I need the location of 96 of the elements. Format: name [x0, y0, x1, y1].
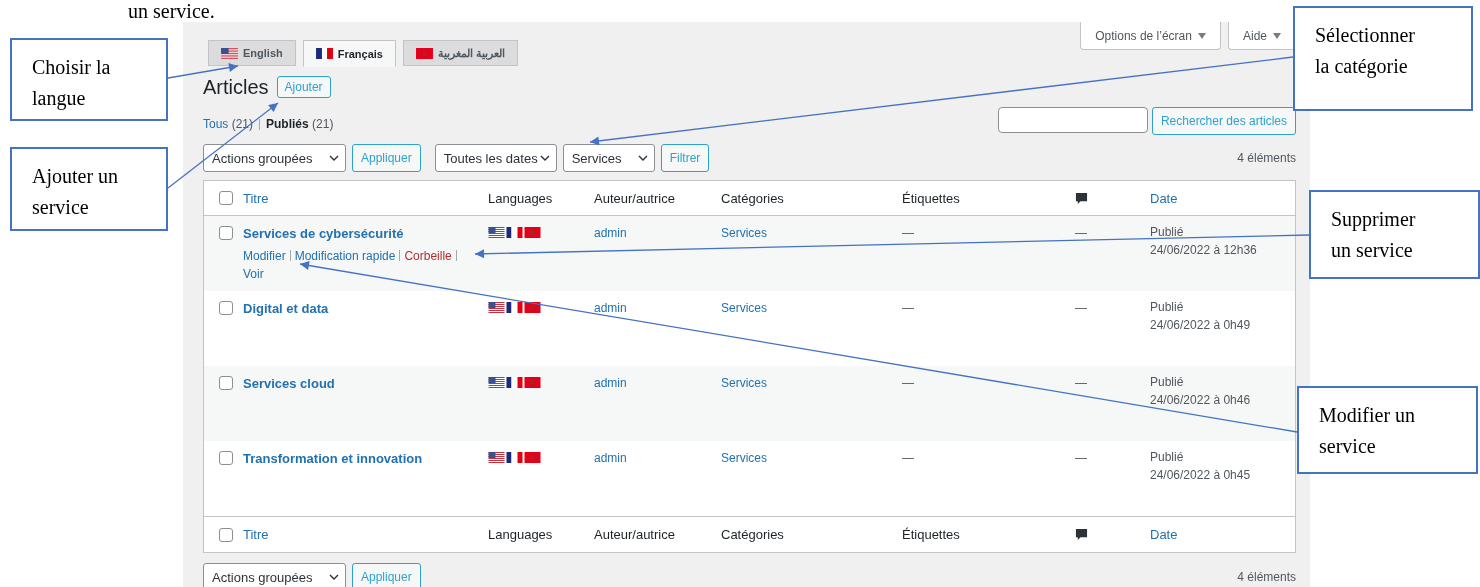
row-checkbox[interactable] [219, 376, 233, 390]
view-filter-link[interactable]: Publiés (21) [266, 117, 334, 131]
screen-option-button[interactable]: Options de l’écran [1080, 22, 1221, 50]
language-tab[interactable]: العربية المغربية [403, 40, 519, 66]
france-flag-icon[interactable] [506, 377, 523, 388]
us-flag-icon[interactable] [488, 377, 505, 388]
chevron-down-icon [637, 155, 648, 161]
tags-cell: — [902, 376, 914, 390]
search-button[interactable]: Rechercher des articles [1151, 107, 1296, 135]
item-count: 4 éléments [1237, 570, 1296, 584]
select-all-checkbox[interactable] [219, 191, 233, 205]
row-action-link[interactable]: Voir [243, 267, 264, 281]
column-header: Languages [488, 527, 553, 542]
category-link[interactable]: Services [721, 451, 767, 465]
leader-line [167, 63, 239, 79]
post-title-link[interactable]: Services cloud [243, 376, 335, 391]
post-status: Publié [1150, 449, 1185, 466]
post-title-link[interactable]: Transformation et innovation [243, 451, 423, 466]
callout-box: Sélectionner la catégorie [1293, 6, 1473, 111]
chevron-down-icon [539, 155, 550, 161]
post-title-link[interactable]: Digital et data [243, 301, 329, 316]
category-link[interactable]: Services [721, 226, 767, 240]
filter-button[interactable]: Filtrer [660, 144, 710, 172]
row-action-link[interactable]: Modifier [243, 249, 286, 263]
post-date: 24/06/2022 à 0h45 [1150, 467, 1252, 484]
tags-cell: — [902, 301, 914, 315]
search-field[interactable] [997, 107, 1148, 133]
callout-box: Choisir la langue [10, 38, 168, 121]
category-link[interactable]: Services [721, 301, 767, 315]
post-date: 24/06/2022 à 0h49 [1150, 317, 1252, 334]
column-header: Catégories [721, 527, 784, 542]
post-status: Publié [1150, 224, 1185, 241]
us-flag-icon [221, 47, 238, 59]
callout-box: Ajouter un service [10, 147, 168, 231]
france-flag-icon[interactable] [506, 452, 523, 463]
morocco-flag-icon [416, 47, 433, 59]
bulk-action-select[interactable]: Actions groupées [203, 144, 346, 172]
chevron-down-icon [329, 155, 339, 161]
comments-cell: — [1075, 226, 1087, 240]
column-header: Languages [488, 190, 553, 206]
row-action-link[interactable]: Corbeille [404, 249, 452, 263]
view-filter-link[interactable]: Tous (21) [203, 117, 254, 131]
author-link[interactable]: admin [594, 376, 627, 390]
screen-option-button[interactable]: Aide [1227, 22, 1296, 50]
page-title: Articles [203, 75, 269, 99]
author-link[interactable]: admin [594, 301, 627, 315]
row-action-link[interactable]: Modification rapide [294, 249, 396, 263]
comments-cell: — [1075, 451, 1087, 465]
apply-button[interactable]: Appliquer [352, 563, 421, 587]
column-header: Étiquettes [902, 527, 960, 542]
date-select[interactable]: Toutes les dates [434, 144, 557, 172]
row-checkbox[interactable] [219, 226, 233, 240]
post-status: Publié [1150, 299, 1185, 316]
column-header: Auteur/autrice [594, 190, 675, 206]
post-status: Publié [1150, 374, 1185, 391]
row-checkbox[interactable] [219, 301, 233, 315]
bulk-action-select[interactable]: Actions groupées [203, 563, 346, 587]
item-count: 4 éléments [1237, 151, 1296, 165]
comment-bubble-icon [1075, 528, 1088, 541]
post-date: 24/06/2022 à 0h46 [1150, 392, 1252, 409]
language-tab[interactable]: Français [302, 40, 396, 67]
apply-button[interactable]: Appliquer [352, 144, 421, 172]
comment-bubble-icon [1075, 191, 1088, 205]
category-link[interactable]: Services [721, 376, 767, 390]
column-sort-link[interactable]: Date [1150, 527, 1178, 542]
us-flag-icon[interactable] [488, 227, 505, 238]
tags-cell: — [902, 226, 914, 240]
column-sort-link[interactable]: Date [1150, 190, 1178, 206]
category-select[interactable]: Services [562, 144, 655, 172]
language-tab[interactable]: English [208, 40, 296, 66]
add-button[interactable]: Ajouter [276, 76, 331, 98]
callout-box: Modifier un service [1297, 386, 1478, 474]
row-checkbox[interactable] [219, 451, 233, 465]
chevron-down-icon [329, 574, 339, 580]
france-flag-icon[interactable] [506, 227, 523, 238]
caret-icon [1197, 32, 1206, 39]
column-header: Étiquettes [902, 190, 960, 206]
comments-cell: — [1075, 301, 1087, 315]
column-header: Auteur/autrice [594, 527, 675, 542]
france-flag-icon[interactable] [506, 302, 523, 313]
us-flag-icon[interactable] [488, 302, 505, 313]
author-link[interactable]: admin [594, 226, 627, 240]
post-title-link[interactable]: Services de cybersécurité [243, 226, 404, 241]
column-header: Catégories [721, 190, 784, 206]
column-sort-link[interactable]: Titre [243, 190, 269, 206]
select-all-checkbox[interactable] [219, 527, 233, 542]
callout-box: Supprimer un service [1309, 190, 1480, 279]
us-flag-icon[interactable] [488, 452, 505, 463]
column-sort-link[interactable]: Titre [243, 527, 269, 542]
france-flag-icon [315, 48, 333, 59]
post-date: 24/06/2022 à 12h36 [1150, 242, 1258, 259]
document-text: un service. [127, 0, 216, 22]
author-link[interactable]: admin [594, 451, 627, 465]
caret-icon [1273, 32, 1281, 39]
tags-cell: — [902, 451, 914, 465]
comments-cell: — [1075, 376, 1087, 390]
